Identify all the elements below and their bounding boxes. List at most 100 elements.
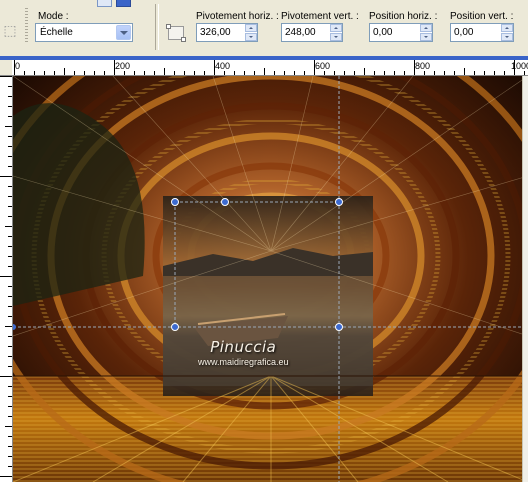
ruler-tick bbox=[8, 336, 12, 337]
ruler-tick bbox=[8, 286, 12, 287]
pivot-v-input[interactable]: 248,00 bbox=[281, 23, 343, 42]
preset-icon[interactable] bbox=[97, 0, 112, 7]
ruler-tick bbox=[74, 71, 75, 75]
mode-label: Mode : bbox=[38, 11, 69, 22]
ruler-tick bbox=[84, 71, 85, 75]
ruler-tick bbox=[0, 76, 12, 77]
ruler-tick bbox=[54, 71, 55, 75]
ruler-label: 800 bbox=[415, 61, 431, 71]
spin-down-icon[interactable] bbox=[501, 33, 513, 41]
mode-select[interactable]: Échelle bbox=[35, 23, 133, 42]
ruler-tick bbox=[8, 86, 12, 87]
ruler-tick bbox=[8, 216, 12, 217]
ruler-tick bbox=[8, 256, 12, 257]
vertical-ruler[interactable] bbox=[0, 76, 13, 482]
artwork bbox=[13, 76, 528, 482]
ruler-tick bbox=[524, 71, 525, 75]
ruler-tick bbox=[8, 456, 12, 457]
ruler-tick bbox=[14, 60, 15, 75]
ruler-tick bbox=[8, 266, 12, 267]
pick-tool-icon[interactable]: ⬚ bbox=[2, 22, 18, 38]
spin-up-icon[interactable] bbox=[330, 24, 342, 32]
ruler-label: 0 bbox=[15, 61, 21, 71]
ruler-tick bbox=[254, 71, 255, 75]
ruler-tick bbox=[8, 156, 12, 157]
ruler-tick bbox=[184, 71, 185, 75]
ruler-tick bbox=[154, 71, 155, 75]
ruler-tick bbox=[354, 71, 355, 75]
spin-down-icon[interactable] bbox=[420, 33, 432, 41]
ruler-tick bbox=[0, 176, 12, 177]
ruler-tick bbox=[5, 226, 12, 227]
ruler-tick bbox=[194, 71, 195, 75]
ruler-tick bbox=[5, 326, 12, 327]
ruler-tick bbox=[0, 276, 12, 277]
ruler-tick bbox=[24, 71, 25, 75]
ruler-tick bbox=[504, 71, 505, 75]
ruler-tick bbox=[8, 406, 12, 407]
ruler-tick bbox=[8, 446, 12, 447]
ruler-tick bbox=[8, 346, 12, 347]
pos-h-label: Position horiz. : bbox=[369, 11, 438, 22]
pos-v-input[interactable]: 0,00 bbox=[450, 23, 514, 42]
ruler-tick bbox=[8, 356, 12, 357]
ruler-tick bbox=[244, 71, 245, 75]
dropdown-arrow-icon[interactable] bbox=[116, 25, 131, 40]
ruler-label: 600 bbox=[315, 61, 331, 71]
ruler-tick bbox=[394, 71, 395, 75]
ruler-tick bbox=[164, 68, 165, 75]
ruler-tick bbox=[454, 71, 455, 75]
spin-up-icon[interactable] bbox=[245, 24, 257, 32]
pivot-v-value: 248,00 bbox=[285, 27, 316, 38]
ruler-tick bbox=[8, 366, 12, 367]
ruler-tick bbox=[8, 116, 12, 117]
ruler-tick bbox=[8, 196, 12, 197]
ruler-tick bbox=[8, 386, 12, 387]
ruler-tick bbox=[8, 146, 12, 147]
ruler-tick bbox=[414, 60, 415, 75]
vertical-scrollbar[interactable] bbox=[522, 76, 528, 482]
ruler-tick bbox=[404, 71, 405, 75]
ruler-tick bbox=[284, 71, 285, 75]
ruler-tick bbox=[8, 166, 12, 167]
tool-options-bar: ⬚ Mode : Échelle Pivotement horiz. : 326… bbox=[0, 0, 528, 57]
ruler-tick bbox=[444, 71, 445, 75]
ruler-tick bbox=[264, 68, 265, 75]
ruler-tick bbox=[8, 316, 12, 317]
preset-active-icon[interactable] bbox=[116, 0, 131, 7]
pos-h-input[interactable]: 0,00 bbox=[369, 23, 433, 42]
watermark: Pinuccia www.maidiregrafica.eu bbox=[198, 338, 289, 367]
ruler-tick bbox=[8, 466, 12, 467]
ruler-tick bbox=[314, 60, 315, 75]
ruler-tick bbox=[34, 71, 35, 75]
ruler-tick bbox=[224, 71, 225, 75]
spin-up-icon[interactable] bbox=[420, 24, 432, 32]
toolbar-separator bbox=[155, 4, 159, 50]
spin-down-icon[interactable] bbox=[330, 33, 342, 41]
ruler-tick bbox=[44, 71, 45, 75]
ruler-tick bbox=[174, 71, 175, 75]
ruler-tick bbox=[8, 296, 12, 297]
ruler-tick bbox=[114, 60, 115, 75]
ruler-tick bbox=[344, 71, 345, 75]
ruler-tick bbox=[204, 71, 205, 75]
ruler-tick bbox=[274, 71, 275, 75]
ruler-tick bbox=[214, 60, 215, 75]
ruler-tick bbox=[64, 68, 65, 75]
toolbar-grip[interactable] bbox=[25, 8, 28, 44]
watermark-url: www.maidiregrafica.eu bbox=[198, 357, 289, 367]
ruler-tick bbox=[434, 71, 435, 75]
deform-handle-icon[interactable] bbox=[166, 24, 186, 42]
pivot-h-input[interactable]: 326,00 bbox=[196, 23, 258, 42]
ruler-tick bbox=[8, 206, 12, 207]
ruler-tick bbox=[8, 436, 12, 437]
ruler-label: 400 bbox=[215, 61, 231, 71]
horizontal-ruler[interactable]: 0 200 400 600 800 1000 bbox=[12, 60, 528, 76]
watermark-title: Pinuccia bbox=[210, 338, 277, 356]
ruler-tick bbox=[304, 71, 305, 75]
image-canvas[interactable]: Pinuccia www.maidiregrafica.eu bbox=[13, 76, 528, 482]
ruler-tick bbox=[464, 68, 465, 75]
spin-down-icon[interactable] bbox=[245, 33, 257, 41]
spin-up-icon[interactable] bbox=[501, 24, 513, 32]
ruler-tick bbox=[8, 306, 12, 307]
